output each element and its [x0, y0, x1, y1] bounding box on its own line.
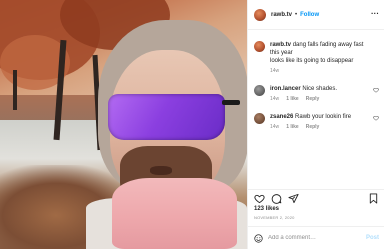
- follow-button[interactable]: Follow: [300, 12, 319, 18]
- avatar[interactable]: [254, 113, 265, 124]
- purple-sunglasses: [108, 94, 225, 140]
- caption-line-1: dang falls fading away fast: [292, 42, 364, 48]
- post-view: rawb.tv • Follow ··· rawb.tv dang falls …: [0, 0, 384, 249]
- list-item: iron.lancer Nice shades. 14w 1 like Repl…: [254, 85, 379, 103]
- bookmark-icon[interactable]: [368, 192, 379, 204]
- reply-button[interactable]: Reply: [306, 123, 320, 131]
- caption-line-2: this year: [270, 50, 293, 56]
- heart-icon[interactable]: [373, 115, 379, 121]
- caption-line-3: looks like its going to disappear: [270, 58, 354, 64]
- avatar[interactable]: [254, 85, 265, 96]
- comment-likes[interactable]: 1 like: [286, 95, 299, 103]
- post-date: NOVEMBER 2, 2020: [254, 215, 295, 220]
- comment-icon[interactable]: [271, 193, 282, 204]
- comment-username[interactable]: iron.lancer: [270, 86, 301, 92]
- separator-dot: •: [295, 11, 298, 18]
- avatar[interactable]: [254, 8, 266, 21]
- comment-text: Nice shades.: [302, 86, 338, 92]
- heart-icon[interactable]: [254, 193, 265, 204]
- share-icon[interactable]: [288, 193, 299, 204]
- reply-button[interactable]: Reply: [306, 95, 320, 103]
- post-header: rawb.tv • Follow ···: [248, 0, 384, 30]
- likes-count[interactable]: 123 likes: [254, 206, 279, 212]
- comment-input[interactable]: [268, 235, 360, 241]
- comment-likes[interactable]: 1 like: [286, 123, 299, 131]
- caption-age[interactable]: 14w: [270, 67, 279, 75]
- list-item: zsane26 Rawb your lookin fire 14w 1 like…: [254, 113, 379, 131]
- comment-age[interactable]: 14w: [270, 123, 279, 131]
- author-username[interactable]: rawb.tv: [271, 12, 292, 18]
- emoji-icon[interactable]: [254, 233, 263, 243]
- heart-icon[interactable]: [373, 87, 379, 93]
- post-side-panel: rawb.tv • Follow ··· rawb.tv dang falls …: [247, 0, 384, 249]
- comment-username[interactable]: zsane26: [270, 114, 293, 120]
- caption: rawb.tv dang falls fading away fast this…: [254, 41, 379, 75]
- comment-age[interactable]: 14w: [270, 95, 279, 103]
- action-bar: [248, 189, 384, 204]
- add-comment-bar: Post: [248, 226, 384, 249]
- comments-list: rawb.tv dang falls fading away fast this…: [248, 33, 384, 183]
- comment-text: Rawb your lookin fire: [295, 114, 352, 120]
- more-icon[interactable]: ···: [371, 9, 379, 18]
- post-button[interactable]: Post: [366, 235, 379, 241]
- post-photo[interactable]: [0, 0, 247, 249]
- caption-username[interactable]: rawb.tv: [270, 42, 291, 48]
- avatar[interactable]: [254, 41, 265, 52]
